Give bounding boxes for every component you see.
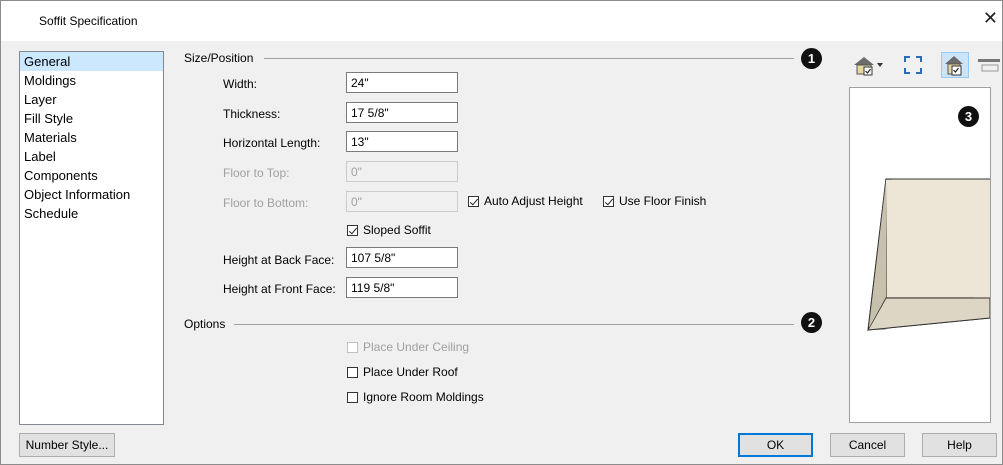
callout-badge-2: 2 [801, 312, 822, 333]
ignore-room-moldings-checkbox[interactable]: Ignore Room Moldings [347, 390, 484, 404]
view-type-button[interactable] [851, 52, 885, 78]
title-bar: Soffit Specification ✕ [1, 1, 1002, 41]
fill-window-button[interactable] [899, 52, 927, 78]
nav-item-label[interactable]: Label [20, 147, 163, 166]
preview-options-button[interactable] [976, 52, 1002, 78]
checkbox-box[interactable] [468, 195, 479, 207]
nav-item-materials[interactable]: Materials [20, 128, 163, 147]
width-label: Width: [223, 77, 258, 91]
preview-options-icon [978, 59, 1000, 72]
place-under-ceiling-checkbox: Place Under Ceiling [347, 340, 469, 354]
height-back-face-field[interactable]: 107 5/8" [346, 247, 458, 268]
category-list: General Moldings Layer Fill Style Materi… [19, 51, 164, 425]
floor-to-top-label: Floor to Top: [223, 166, 290, 180]
height-back-face-label: Height at Back Face: [223, 253, 335, 267]
preview-render-button[interactable] [941, 52, 969, 78]
nav-item-layer[interactable]: Layer [20, 90, 163, 109]
number-style-button[interactable]: Number Style... [19, 433, 115, 457]
checkbox-box [347, 341, 358, 353]
use-floor-finish-checkbox[interactable]: Use Floor Finish [603, 194, 706, 208]
height-front-face-field[interactable]: 119 5/8" [346, 277, 458, 298]
sloped-soffit-label: Sloped Soffit [363, 223, 431, 237]
floor-to-bottom-label: Floor to Bottom: [223, 196, 309, 210]
view-type-icon [854, 57, 883, 76]
help-button[interactable]: Help [922, 433, 997, 457]
ignore-room-moldings-label: Ignore Room Moldings [363, 390, 484, 404]
nav-item-components[interactable]: Components [20, 166, 163, 185]
width-field[interactable]: 24" [346, 72, 458, 93]
place-under-roof-label: Place Under Roof [363, 365, 458, 379]
checkbox-box[interactable] [347, 366, 358, 378]
preview-pane[interactable]: 3 [849, 87, 991, 423]
sloped-soffit-checkbox[interactable]: Sloped Soffit [347, 223, 431, 237]
auto-adjust-height-checkbox[interactable]: Auto Adjust Height [468, 194, 583, 208]
nav-item-fill-style[interactable]: Fill Style [20, 109, 163, 128]
nav-item-schedule[interactable]: Schedule [20, 204, 163, 223]
ok-button[interactable]: OK [738, 433, 813, 457]
thickness-label: Thickness: [223, 107, 281, 121]
floor-to-bottom-field: 0" [346, 191, 458, 212]
height-front-face-label: Height at Front Face: [223, 282, 336, 296]
floor-to-top-field: 0" [346, 161, 458, 182]
size-position-group-label: Size/Position [184, 51, 254, 65]
options-divider [234, 324, 794, 325]
checkbox-box[interactable] [347, 224, 358, 236]
auto-adjust-height-label: Auto Adjust Height [484, 194, 583, 208]
nav-item-general[interactable]: General [20, 52, 163, 71]
thickness-field[interactable]: 17 5/8" [346, 102, 458, 123]
soffit-dialog: Soffit Specification ✕ General Moldings … [0, 0, 1003, 465]
place-under-ceiling-label: Place Under Ceiling [363, 340, 470, 354]
horizontal-length-field[interactable]: 13" [346, 131, 458, 152]
close-icon[interactable]: ✕ [983, 9, 998, 27]
fill-window-icon [904, 56, 922, 74]
soffit-3d-preview [867, 178, 990, 331]
horizontal-length-label: Horizontal Length: [223, 136, 321, 150]
nav-item-object-information[interactable]: Object Information [20, 185, 163, 204]
checkbox-box[interactable] [347, 391, 358, 403]
cancel-button[interactable]: Cancel [830, 433, 905, 457]
place-under-roof-checkbox[interactable]: Place Under Roof [347, 365, 458, 379]
nav-item-moldings[interactable]: Moldings [20, 71, 163, 90]
options-group-label: Options [184, 317, 226, 331]
dialog-title: Soffit Specification [39, 14, 138, 28]
use-floor-finish-label: Use Floor Finish [619, 194, 707, 208]
callout-badge-1: 1 [801, 48, 822, 69]
size-position-divider [264, 58, 794, 59]
checkbox-box[interactable] [603, 195, 614, 207]
preview-render-icon [945, 56, 963, 76]
